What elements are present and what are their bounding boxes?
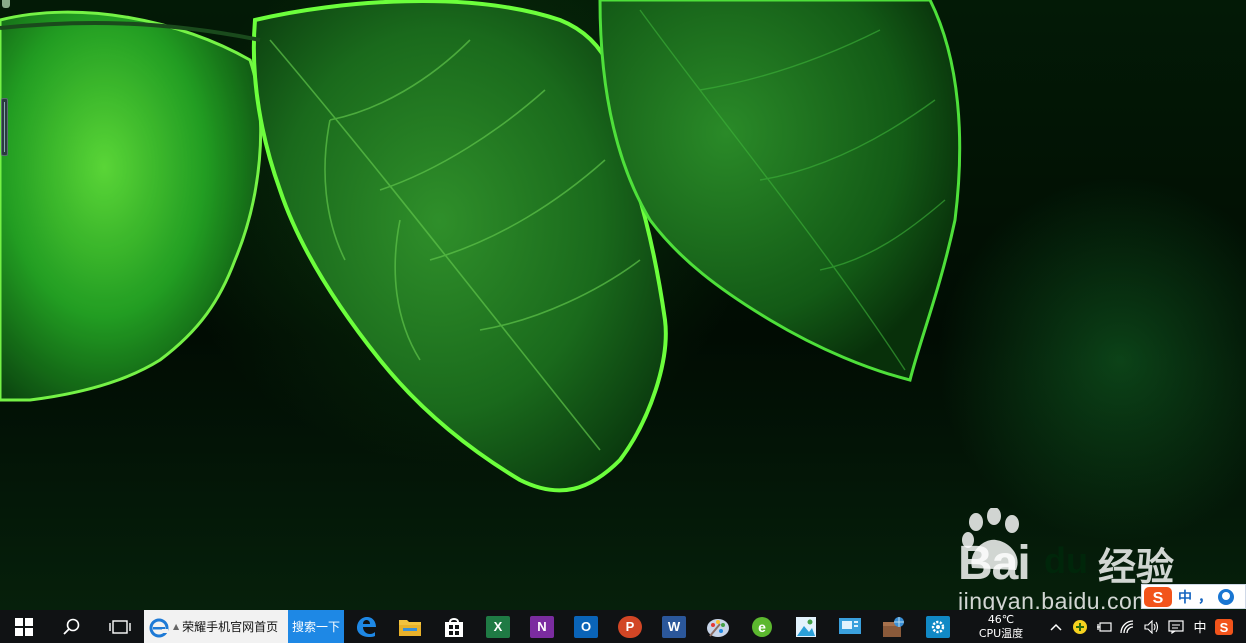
taskbar-app-media[interactable] [828,610,872,643]
show-hidden-icons-button[interactable] [1044,610,1068,643]
tray-network-button[interactable] [1116,610,1140,643]
task-view-button[interactable] [96,610,144,643]
chevron-up-icon [1050,623,1062,631]
taskbar-app-excel[interactable]: X [476,610,520,643]
ime-punct-toggle[interactable]: ， [1198,587,1212,607]
taskbar-app-360-browser[interactable]: e [740,610,784,643]
svg-text:S: S [1153,590,1164,607]
store-icon [445,617,463,637]
windows-logo-icon [15,617,33,636]
taskbar-app-settings[interactable] [916,610,960,643]
chevron-down-icon[interactable]: ▲ [173,622,179,631]
taskbar-app-outlook[interactable]: O [564,610,608,643]
tray-sogou-button[interactable]: S [1212,610,1236,643]
outlook-icon: O [574,615,598,638]
desktop-wallpaper: Bai du 经验 jingyan.baidu.com [0,0,1246,610]
gear-icon [926,615,950,638]
onenote-icon: N [530,615,554,638]
taskbar-app-word[interactable]: W [652,610,696,643]
watermark-jingyan: 经验 [1098,545,1175,589]
cpu-temp-label: CPU温度 [978,626,1024,640]
ime-mode-toggle[interactable]: 中 [1178,587,1192,607]
tray-volume-button[interactable] [1140,610,1164,643]
tray-power-button[interactable] [1092,610,1116,643]
powerpoint-icon: P [618,615,642,638]
taskbar-app-network-tool[interactable] [872,610,916,643]
svg-text:S: S [1220,620,1229,635]
folder-icon [399,619,421,636]
cpu-temp-value: 46℃ [987,612,1015,626]
media-icon [839,617,861,634]
cpu-temperature-widget[interactable]: 46℃ CPU温度 [966,610,1036,643]
excel-icon: X [486,615,510,638]
browser-360-icon: e [752,616,772,637]
search-icon [63,618,80,635]
taskbar-app-onenote[interactable]: N [520,610,564,643]
add-icon [1073,619,1087,634]
side-dock-handle[interactable] [1,98,8,156]
taskbar-app-powerpoint[interactable]: P [608,610,652,643]
internet-explorer-icon [149,618,169,637]
tray-action-center-button[interactable] [1164,610,1188,643]
photos-icon [796,616,816,637]
taskbar-app-store[interactable] [432,610,476,643]
top-edge-marker [2,0,10,8]
cortana-search-button[interactable] [48,610,96,643]
watermark-bai: Bai [958,537,1031,590]
sogou-ime-icon[interactable]: S [1144,586,1172,608]
taskbar: ▲ 荣耀手机官网首页 搜索一下 X N O P W e 46℃ CPU温度 中 … [0,610,1246,643]
word-icon: W [662,615,686,638]
start-button[interactable] [0,610,48,643]
tray-add-button[interactable] [1068,610,1092,643]
taskbar-app-paint[interactable] [696,610,740,643]
task-view-icon [109,619,131,634]
search-query-text[interactable]: 荣耀手机官网首页 [182,618,278,635]
svg-text:e: e [758,619,766,635]
sogou-icon: S [1215,618,1233,635]
edge-icon [357,616,376,637]
volume-icon [1144,619,1159,634]
wifi-icon [1120,619,1134,633]
tray-input-language[interactable]: 中 [1188,610,1212,643]
ie-search-box[interactable]: ▲ 荣耀手机官网首页 [144,610,288,643]
system-tray: 中 S [1044,610,1236,643]
globe-box-icon [883,616,904,637]
taskbar-app-photos[interactable] [784,610,828,643]
taskbar-app-edge[interactable] [344,610,388,643]
paint-icon [707,618,729,637]
battery-plug-icon [1097,621,1112,632]
action-center-icon [1168,619,1184,634]
sogou-ime-bar[interactable]: S 中 ， [1141,584,1246,609]
ime-skin-icon[interactable] [1218,588,1234,605]
watermark-du: du [1044,540,1088,581]
search-go-button[interactable]: 搜索一下 [288,610,344,643]
watermark-url: jingyan.baidu.com [958,588,1152,610]
taskbar-app-file-explorer[interactable] [388,610,432,643]
